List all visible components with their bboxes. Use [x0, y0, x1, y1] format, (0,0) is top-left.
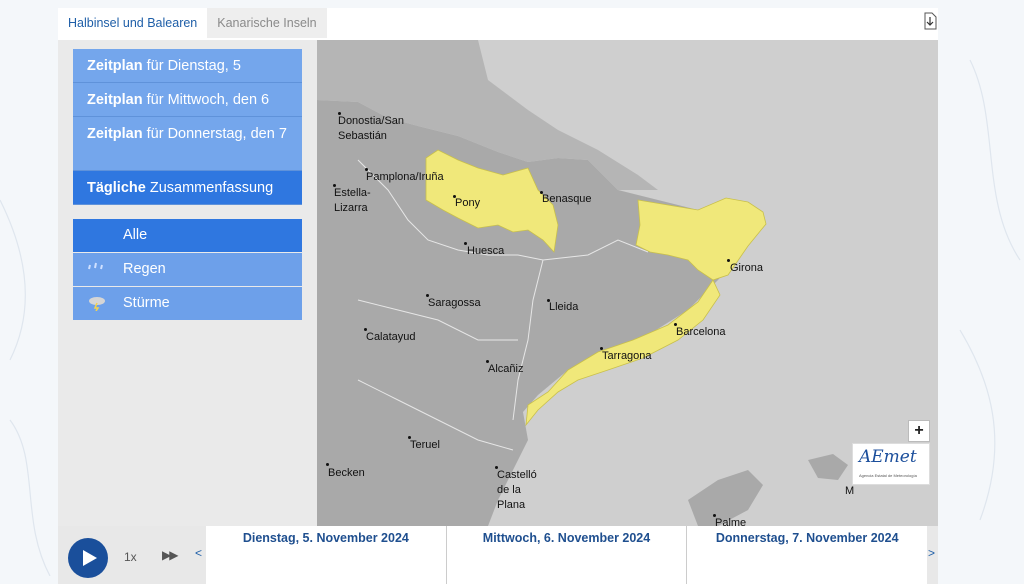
- filter-rain-button[interactable]: Regen: [73, 253, 302, 286]
- city-saragossa: Saragossa: [428, 297, 481, 309]
- prev-day-button[interactable]: <: [195, 546, 202, 560]
- logo-title: AEmet: [859, 447, 917, 467]
- fast-forward-icon[interactable]: ▶▶: [162, 548, 179, 562]
- left-panel: Zeitplan für Dienstag, 5 Zeitplan für Mi…: [58, 40, 317, 526]
- city-barcelona: Barcelona: [676, 326, 726, 338]
- city-castello: Castelló de la Plana: [497, 469, 537, 511]
- city-calatayud: Calatayud: [366, 331, 416, 343]
- city-alcaniz: Alcañiz: [488, 363, 524, 375]
- rain-icon: [88, 262, 103, 270]
- filter-label: Stürme: [123, 295, 170, 311]
- daily-summary-button[interactable]: Tägliche Zusammenfassung: [73, 171, 302, 205]
- day-wednesday[interactable]: Mittwoch, 6. November 2024: [447, 526, 688, 584]
- city-lleida: Lleida: [549, 301, 579, 313]
- day-thursday[interactable]: Donnerstag, 7. November 2024: [687, 526, 927, 584]
- filter-all-button[interactable]: Alle: [73, 219, 302, 252]
- zoom-in-button[interactable]: +: [908, 420, 930, 442]
- schedule-wednesday-button[interactable]: Zeitplan für Mittwoch, den 6: [73, 83, 302, 117]
- play-button[interactable]: [68, 538, 108, 578]
- day-tuesday[interactable]: Dienstag, 5. November 2024: [206, 526, 447, 584]
- city-becken: Becken: [328, 467, 365, 479]
- filter-label: Regen: [123, 261, 166, 277]
- next-day-button[interactable]: >: [928, 546, 935, 560]
- play-icon: [83, 550, 97, 566]
- city-pony: Pony: [455, 197, 481, 209]
- city-estella: Estella- Lizarra: [334, 187, 371, 214]
- filter-storm-button[interactable]: Stürme: [73, 287, 302, 320]
- city-pamplona: Pamplona/Iruña: [366, 171, 444, 183]
- download-icon[interactable]: [922, 12, 938, 30]
- warnings-app: Halbinsel und Balearen Kanarische Inseln: [58, 8, 938, 584]
- schedule-tuesday-button[interactable]: Zeitplan für Dienstag, 5: [73, 49, 302, 83]
- day-selector: Dienstag, 5. November 2024 Mittwoch, 6. …: [206, 526, 927, 584]
- city-tarragona: Tarragona: [602, 350, 652, 362]
- schedule-thursday-button[interactable]: Zeitplan für Donnerstag, den 7: [73, 117, 302, 171]
- city-huesca: Huesca: [467, 245, 505, 257]
- tab-canary-islands[interactable]: Kanarische Inseln: [207, 8, 327, 38]
- aemet-logo: AEmet Agencia Estatal de Meteorología: [852, 443, 930, 485]
- region-tabs: Halbinsel und Balearen Kanarische Inseln: [58, 8, 327, 38]
- timeline-bar: 1x ▶▶ < Dienstag, 5. November 2024 Mittw…: [58, 526, 938, 584]
- city-donostia: Donostia/San Sebastián: [338, 115, 405, 142]
- tab-peninsula[interactable]: Halbinsel und Balearen: [58, 8, 208, 38]
- city-palme: Palme: [715, 517, 747, 526]
- logo-subtitle: Agencia Estatal de Meteorología: [859, 473, 917, 478]
- playback-speed[interactable]: 1x: [124, 550, 137, 564]
- city-partial: M: [845, 485, 855, 497]
- city-teruel: Teruel: [410, 439, 440, 451]
- city-benasque: Benasque: [542, 193, 592, 205]
- filter-label: Alle: [123, 227, 148, 243]
- storm-icon: [89, 297, 105, 311]
- city-girona: Girona: [730, 262, 764, 274]
